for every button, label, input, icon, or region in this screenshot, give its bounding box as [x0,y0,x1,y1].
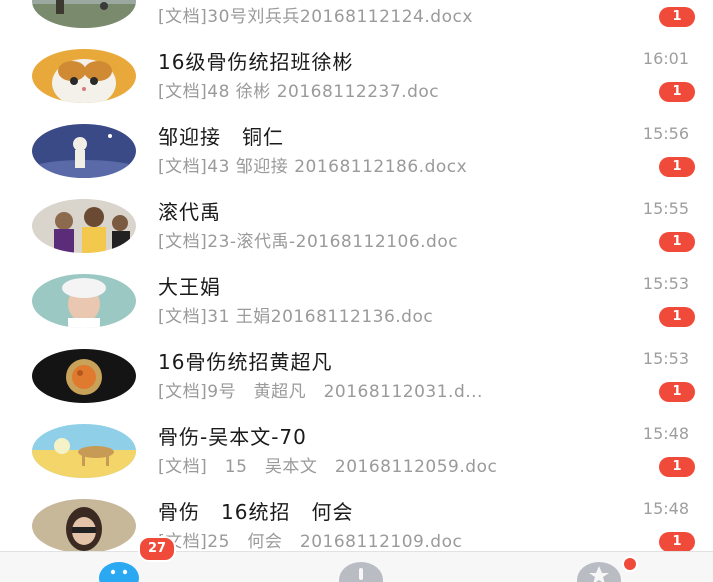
contact-name: 16骨伤统招黄超凡 [158,349,333,374]
avatar[interactable] [32,124,136,178]
unread-count-badge: 1 [659,382,695,402]
conversation-item[interactable]: 16级骨伤统招班徐彬 [文档]48 徐彬 20168112237.doc 16:01… [0,37,713,112]
unread-count-badge: 1 [659,7,695,27]
contact-name-line: 16级骨伤统招班徐彬 [158,45,353,75]
conversation-list[interactable]: 16骨傷~劉兵兵SVIP8[文档]30号刘兵兵20168112124.docx1… [0,0,713,562]
bottom-tab-bar: 27 [0,536,713,582]
message-time: 15:53 [642,274,689,293]
contact-name-line: 大王娟 [158,270,221,300]
message-preview: [文档]31 王娟20168112136.doc [158,307,434,327]
unread-count-badge: 1 [659,457,695,477]
message-preview: [文档]43 邹迎接 20168112186.docx [158,157,468,177]
avatar[interactable] [32,274,136,328]
explore-icon[interactable] [574,560,624,582]
messages-unread-badge: 27 [138,536,176,562]
message-time: 16:01 [642,49,689,68]
unread-count-badge: 1 [659,157,695,177]
chat-icon[interactable] [96,560,142,582]
message-preview: [文档]23-滚代禹-20168112106.doc [158,232,459,252]
avatar[interactable] [32,349,136,403]
contact-name-line: 骨伤-吴本文-70 [158,420,307,450]
message-time: 15:48 [642,424,689,443]
unread-count-badge: 1 [659,232,695,252]
contact-name-line: 骨伤 16统招 何会 [158,495,353,525]
chat-list-screen: 16骨傷~劉兵兵SVIP8[文档]30号刘兵兵20168112124.docx1… [0,0,713,582]
contact-name: 骨伤-吴本文-70 [158,424,307,449]
message-time: 15:55 [642,199,689,218]
message-time: 15:48 [642,499,689,518]
avatar[interactable] [32,424,136,478]
avatar[interactable] [32,499,136,553]
conversation-item[interactable]: 骨伤-吴本文-70 [文档] 15 吴本文 20168112059.doc 15:4… [0,412,713,487]
conversation-item[interactable]: 邹迎接 铜仁 [文档]43 邹迎接 20168112186.docx 15:56 1 [0,112,713,187]
explore-notification-dot [622,556,638,572]
unread-count-badge: 1 [659,532,695,552]
conversation-item[interactable]: 滚代禹 [文档]23-滚代禹-20168112106.doc 15:55 1 [0,187,713,262]
message-preview: [文档]9号 黄超凡 20168112031.d... [158,382,483,402]
contact-name-line: 滚代禹 [158,195,221,225]
unread-count-badge: 1 [659,307,695,327]
contact-name: 滚代禹 [158,199,221,224]
avatar[interactable] [32,0,136,28]
message-time: 15:56 [642,124,689,143]
message-preview: [文档]48 徐彬 20168112237.doc [158,82,440,102]
unread-count-badge: 1 [659,82,695,102]
contacts-icon[interactable] [336,560,386,582]
contact-name: 大王娟 [158,274,221,299]
conversation-item[interactable]: 16骨伤统招黄超凡 [文档]9号 黄超凡 20168112031.d... 15:5… [0,337,713,412]
contact-name-line: 邹迎接 铜仁 [158,120,284,150]
conversation-item[interactable]: 大王娟 [文档]31 王娟20168112136.doc 15:53 1 [0,262,713,337]
avatar[interactable] [32,49,136,103]
message-preview: [文档]25 何会 20168112109.doc [158,532,463,552]
conversation-item[interactable]: 16骨傷~劉兵兵SVIP8[文档]30号刘兵兵20168112124.docx1… [0,0,713,37]
message-preview: [文档]30号刘兵兵20168112124.docx [158,7,473,27]
contact-name: 16级骨伤统招班徐彬 [158,49,354,74]
contact-name: 骨伤 16统招 何会 [158,499,354,524]
message-preview: [文档] 15 吴本文 20168112059.doc [158,457,498,477]
message-time: 15:53 [642,349,689,368]
avatar[interactable] [32,199,136,253]
contact-name-line: 16骨伤统招黄超凡 [158,345,332,375]
contact-name: 邹迎接 铜仁 [158,124,284,149]
